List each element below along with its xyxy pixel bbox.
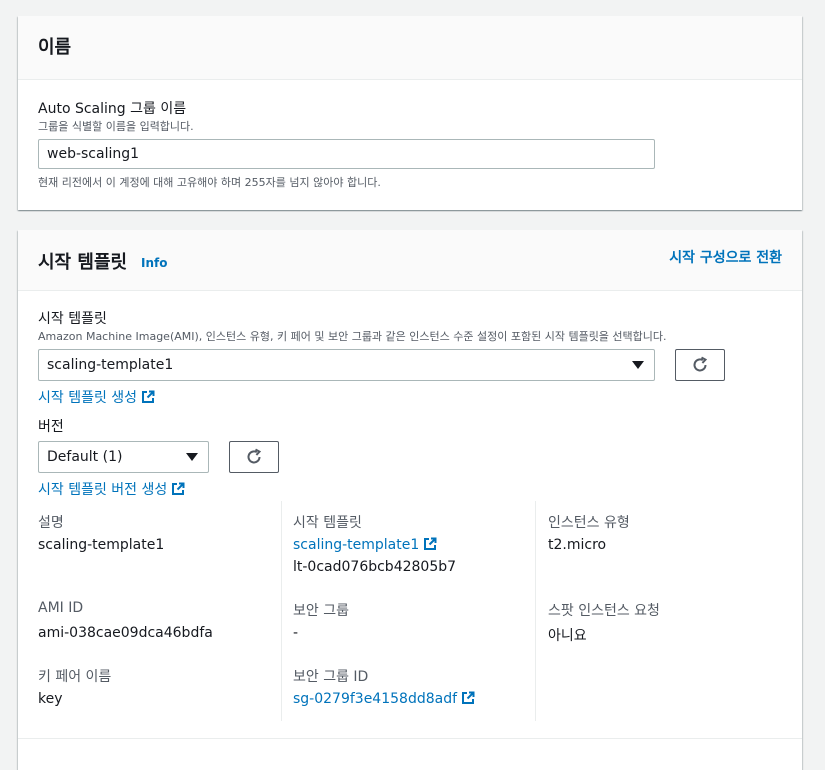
refresh-versions-button[interactable] bbox=[229, 441, 279, 473]
launch-template-panel: 시작 템플릿 Info 시작 구성으로 전환 시작 템플릿 Amazon Mac… bbox=[18, 230, 802, 770]
name-section-title: 이름 bbox=[38, 37, 72, 58]
name-panel-header: 이름 bbox=[18, 16, 802, 80]
instance-type-label: 인스턴스 유형 bbox=[548, 515, 630, 531]
column-divider bbox=[535, 501, 536, 721]
security-group-value: - bbox=[293, 625, 299, 641]
create-template-version-label: 시작 템플릿 버전 생성 bbox=[38, 482, 168, 498]
external-link-icon bbox=[462, 691, 475, 704]
refresh-templates-button[interactable] bbox=[675, 349, 725, 381]
security-group-id-link[interactable]: sg-0279f3e4158dd8adf bbox=[293, 691, 475, 707]
name-panel: 이름 Auto Scaling 그룹 이름 그룹을 식별할 이름을 입력합니다.… bbox=[18, 16, 802, 210]
caret-down-icon bbox=[632, 361, 644, 369]
ami-id-value: ami-038cae09dca46bdfa bbox=[38, 625, 213, 641]
asg-name-label: Auto Scaling 그룹 이름 bbox=[38, 101, 187, 117]
description-label: 설명 bbox=[38, 515, 64, 531]
create-launch-template-label: 시작 템플릿 생성 bbox=[38, 390, 138, 406]
column-divider bbox=[281, 501, 282, 721]
launch-template-id: lt-0cad076bcb42805b7 bbox=[293, 559, 457, 575]
version-select[interactable]: Default (1) bbox=[38, 441, 209, 473]
security-group-id-label: 보안 그룹 ID bbox=[293, 669, 369, 685]
create-launch-template-link[interactable]: 시작 템플릿 생성 bbox=[38, 387, 155, 407]
launch-template-label: 시작 템플릿 bbox=[38, 311, 107, 327]
launch-template-selected: scaling-template1 bbox=[47, 357, 174, 373]
launch-template-detail-link[interactable]: scaling-template1 bbox=[293, 537, 437, 553]
version-selected: Default (1) bbox=[47, 449, 123, 465]
external-link-icon bbox=[424, 537, 437, 550]
instance-type-value: t2.micro bbox=[548, 537, 607, 553]
launch-template-description: Amazon Machine Image(AMI), 인스턴스 유형, 키 페어… bbox=[38, 330, 667, 343]
refresh-icon bbox=[693, 356, 708, 372]
launch-template-detail-label: 시작 템플릿 bbox=[293, 515, 362, 531]
description-value: scaling-template1 bbox=[38, 537, 165, 553]
asg-name-input[interactable]: web-scaling1 bbox=[38, 139, 655, 169]
launch-template-panel-header: 시작 템플릿 Info 시작 구성으로 전환 bbox=[18, 230, 802, 291]
version-label: 버전 bbox=[38, 419, 64, 435]
launch-template-select[interactable]: scaling-template1 bbox=[38, 349, 655, 381]
ami-id-label: AMI ID bbox=[38, 600, 84, 616]
caret-down-icon bbox=[186, 453, 198, 461]
asg-name-hint: 현재 리전에서 이 계정에 대해 고유해야 하며 255자를 넘지 않아야 합니… bbox=[38, 176, 381, 189]
launch-template-section-title: 시작 템플릿 bbox=[38, 252, 128, 273]
external-link-icon bbox=[172, 482, 185, 495]
info-link[interactable]: Info bbox=[141, 256, 167, 270]
key-pair-value: key bbox=[38, 691, 63, 707]
switch-to-launch-config-link[interactable]: 시작 구성으로 전환 bbox=[669, 247, 782, 267]
security-group-id-value: sg-0279f3e4158dd8adf bbox=[293, 691, 458, 707]
refresh-icon bbox=[247, 448, 262, 464]
external-link-icon bbox=[142, 390, 155, 403]
asg-name-description: 그룹을 식별할 이름을 입력합니다. bbox=[38, 120, 194, 133]
spot-request-value: 아니요 bbox=[548, 628, 587, 644]
security-group-label: 보안 그룹 bbox=[293, 603, 349, 619]
section-divider bbox=[18, 738, 802, 739]
create-template-version-link[interactable]: 시작 템플릿 버전 생성 bbox=[38, 479, 185, 499]
spot-request-label: 스팟 인스턴스 요청 bbox=[548, 603, 660, 619]
launch-template-detail-name: scaling-template1 bbox=[293, 537, 420, 553]
key-pair-label: 키 페어 이름 bbox=[38, 669, 112, 685]
